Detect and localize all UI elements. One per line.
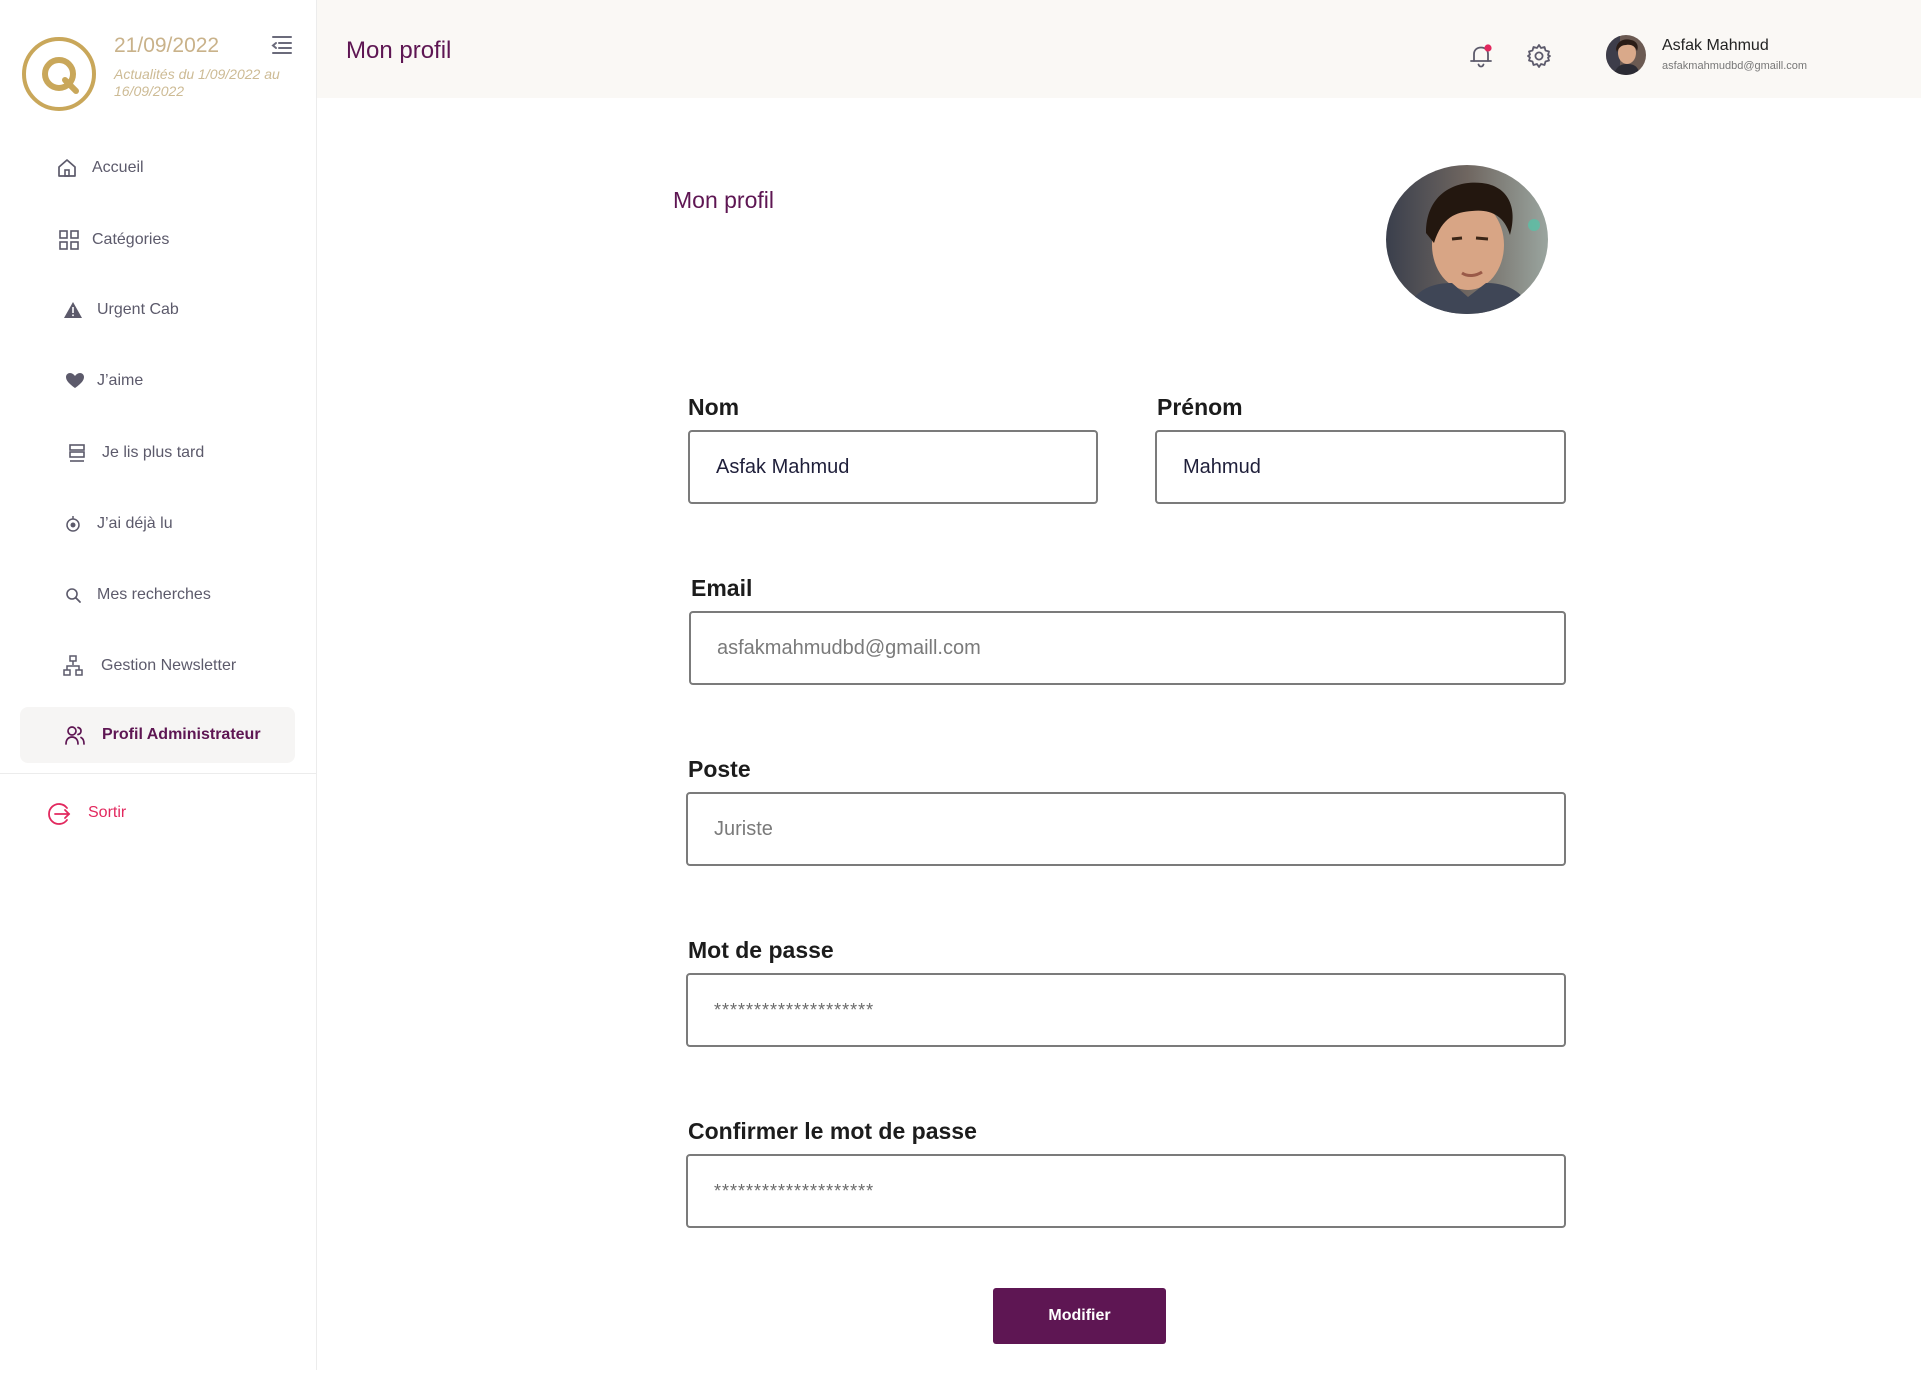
notification-bell-icon[interactable] (1468, 42, 1494, 70)
profile-photo[interactable] (1386, 165, 1548, 314)
collapse-menu-icon[interactable] (270, 33, 294, 57)
sidebar-item-profil-administrateur[interactable]: Profil Administrateur (20, 707, 295, 763)
grid-icon (59, 230, 79, 250)
news-range: Actualités du 1/09/2022 au 16/09/2022 (114, 66, 280, 99)
modifier-button[interactable]: Modifier (993, 1288, 1166, 1344)
sidebar-item-label: J’ai déjà lu (97, 515, 173, 532)
sidebar-item-label: Gestion Newsletter (101, 657, 237, 674)
sidebar-item-label: Urgent Cab (97, 301, 179, 318)
notification-dot (1484, 44, 1492, 52)
password-label: Mot de passe (688, 937, 834, 963)
sidebar-item-accueil[interactable]: Accueil (20, 140, 295, 196)
password-input[interactable] (686, 973, 1566, 1047)
settings-gear-icon[interactable] (1526, 43, 1552, 69)
top-header: Mon profil Asfak Mahmud asfakmahmudbd@gm… (317, 0, 1921, 98)
sidebar-item-je-lis-plus-tard[interactable]: Je lis plus tard (20, 425, 295, 481)
nom-input[interactable] (688, 430, 1098, 504)
brand-logo[interactable] (22, 37, 96, 111)
page-title: Mon profil (346, 37, 452, 64)
current-date: 21/09/2022 (114, 34, 220, 57)
user-avatar[interactable] (1606, 35, 1646, 75)
home-icon (58, 159, 76, 177)
sidebar-item-label: J’aime (97, 372, 144, 389)
sidebar-item-jai-deja-lu[interactable]: J’ai déjà lu (20, 496, 295, 552)
sidebar-item-label: Mes recherches (97, 586, 211, 603)
sidebar-item-gestion-newsletter[interactable]: Gestion Newsletter (20, 638, 295, 694)
poste-label: Poste (688, 756, 751, 782)
sidebar-item-label: Catégories (92, 231, 170, 248)
confirm-password-input[interactable] (686, 1154, 1566, 1228)
sidebar-item-categories[interactable]: Catégories (20, 212, 295, 268)
email-input[interactable] (689, 611, 1566, 685)
sidebar-divider (0, 773, 317, 774)
logo-icon (42, 57, 79, 94)
user-name: Asfak Mahmud (1662, 37, 1769, 54)
profile-photo-image (1386, 165, 1548, 314)
users-icon (65, 726, 85, 745)
logout-label: Sortir (88, 804, 127, 821)
heart-icon (66, 373, 84, 388)
user-email: asfakmahmudbd@gmaill.com (1662, 60, 1808, 72)
prenom-label: Prénom (1157, 394, 1243, 420)
email-label: Email (691, 575, 753, 601)
hierarchy-icon (63, 655, 83, 676)
sidebar-item-jaime[interactable]: J’aime (20, 353, 295, 409)
nom-label: Nom (688, 394, 740, 420)
form-title: Mon profil (673, 187, 774, 213)
prenom-input[interactable] (1155, 430, 1566, 504)
confirm-password-label: Confirmer le mot de passe (688, 1118, 977, 1144)
search-icon (66, 588, 81, 603)
avatar-image (1606, 35, 1646, 75)
eye-icon (66, 516, 80, 532)
poste-input[interactable] (686, 792, 1566, 866)
sidebar-item-label: Accueil (92, 159, 144, 176)
sidebar-item-label: Profil Administrateur (102, 726, 261, 743)
logout-icon (48, 803, 71, 825)
logout-button[interactable]: Sortir (48, 800, 168, 828)
sidebar-item-urgent-cab[interactable]: Urgent Cab (20, 282, 295, 338)
sidebar: 21/09/2022 Actualités du 1/09/2022 au 16… (0, 0, 317, 1370)
sidebar-item-mes-recherches[interactable]: Mes recherches (20, 567, 295, 623)
warning-icon (64, 302, 82, 318)
stack-icon (69, 444, 85, 462)
sidebar-item-label: Je lis plus tard (102, 444, 205, 461)
